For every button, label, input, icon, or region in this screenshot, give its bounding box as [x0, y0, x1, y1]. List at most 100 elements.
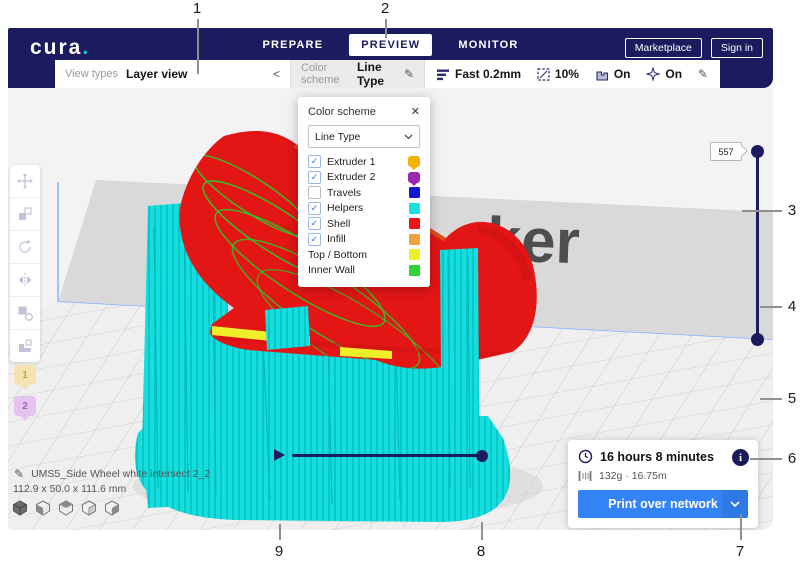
- extruder-2-badge[interactable]: 2: [14, 396, 36, 416]
- print-over-network-button[interactable]: Print over network: [578, 490, 748, 518]
- callout-5-line: [760, 398, 782, 400]
- color-scheme-value: Line Type: [357, 60, 396, 88]
- adhesion-icon: [646, 67, 660, 81]
- mirror-tool-button[interactable]: [10, 264, 40, 297]
- callout-3: 3: [784, 202, 800, 219]
- extruder1-swatch: [408, 156, 420, 167]
- color-scheme-label: Color scheme: [301, 62, 349, 86]
- view-3d-icon[interactable]: [12, 500, 28, 516]
- model-dimensions: 112.9 x 50.0 x 111.6 mm: [13, 483, 126, 495]
- infill-checkbox[interactable]: ✓: [308, 233, 321, 246]
- helpers-checkbox[interactable]: ✓: [308, 202, 321, 215]
- per-model-settings-tool-icon: [16, 304, 34, 322]
- view-types-selector[interactable]: View types Layer view <: [55, 60, 290, 88]
- legend-label: Extruder 2: [327, 171, 375, 183]
- scale-tool-icon: [16, 205, 34, 223]
- edit-print-settings-icon[interactable]: ✎: [698, 67, 708, 81]
- line-type-dropdown[interactable]: Line Type: [308, 125, 420, 148]
- info-icon[interactable]: i: [732, 449, 749, 466]
- camera-view-buttons: [12, 500, 120, 516]
- simulation-play-button[interactable]: [274, 449, 285, 461]
- sign-in-button[interactable]: Sign in: [711, 38, 763, 58]
- view-right-icon[interactable]: [104, 500, 120, 516]
- support-blocker-tool-button[interactable]: [10, 330, 40, 362]
- path-slider-handle[interactable]: [476, 450, 488, 462]
- legend-label: Travels: [327, 187, 361, 199]
- callout-1-line: [197, 19, 199, 74]
- legend-row-travels: Travels: [308, 185, 420, 201]
- tab-monitor[interactable]: MONITOR: [458, 39, 518, 51]
- legend-row-shell: ✓ Shell: [308, 216, 420, 232]
- callout-9: 9: [271, 543, 287, 560]
- model-support-right[interactable]: [440, 248, 480, 496]
- callout-4-line: [760, 306, 782, 308]
- extruder2-checkbox[interactable]: ✓: [308, 171, 321, 184]
- support-blocker-tool-icon: [16, 337, 34, 355]
- path-slider-track[interactable]: [292, 454, 482, 457]
- mirror-tool-icon: [16, 271, 34, 289]
- move-tool-button[interactable]: [10, 165, 40, 198]
- view-top-icon[interactable]: [58, 500, 74, 516]
- scale-tool-button[interactable]: [10, 198, 40, 231]
- shell-swatch: [409, 218, 420, 229]
- view-types-label: View types: [65, 68, 118, 80]
- support-setting[interactable]: On: [595, 67, 631, 81]
- legend-label: Shell: [327, 218, 350, 230]
- legend-row-helpers: ✓ Helpers: [308, 201, 420, 217]
- marketplace-button[interactable]: Marketplace: [625, 38, 702, 58]
- cura-logo-dot: .: [82, 36, 90, 59]
- stage-tabs: PREPARE PREVIEW MONITOR: [262, 33, 518, 57]
- shell-checkbox[interactable]: ✓: [308, 217, 321, 230]
- chevron-down-icon: [730, 501, 740, 508]
- collapse-chevron-icon[interactable]: <: [273, 67, 280, 81]
- adhesion-setting[interactable]: On: [646, 67, 682, 81]
- layer-height-icon: [437, 68, 450, 81]
- tab-preview[interactable]: PREVIEW: [349, 34, 432, 56]
- callout-8: 8: [473, 543, 489, 560]
- chevron-down-icon: [404, 134, 413, 140]
- callout-6: 6: [784, 450, 800, 467]
- callout-3-line: [742, 210, 782, 212]
- layer-slider-bottom-handle[interactable]: [751, 333, 764, 346]
- extruder1-checkbox[interactable]: ✓: [308, 155, 321, 168]
- edit-pencil-icon[interactable]: ✎: [404, 67, 414, 81]
- legend-label: Extruder 1: [327, 156, 375, 168]
- legend-label: Top / Bottom: [308, 249, 367, 261]
- view-left-icon[interactable]: [81, 500, 97, 516]
- legend-label: Helpers: [327, 202, 363, 214]
- rename-model-pencil-icon[interactable]: ✎: [14, 467, 24, 481]
- infill-setting[interactable]: 10%: [537, 67, 579, 81]
- travels-checkbox[interactable]: [308, 186, 321, 199]
- layer-slider-track[interactable]: [756, 151, 759, 339]
- view-types-value: Layer view: [126, 67, 187, 81]
- rotate-tool-button[interactable]: [10, 231, 40, 264]
- callout-1: 1: [189, 0, 205, 17]
- inner-wall-swatch: [409, 265, 420, 276]
- profile-value: Fast 0.2mm: [455, 67, 521, 81]
- model-name: UMS5_Side Wheel white intersect 2_2: [31, 468, 210, 480]
- per-model-settings-tool-button[interactable]: [10, 297, 40, 330]
- tab-prepare[interactable]: PREPARE: [262, 39, 323, 51]
- print-summary-panel: 16 hours 8 minutes i 132g · 16.75m Print…: [568, 440, 758, 528]
- callout-2-line: [385, 19, 387, 38]
- layer-number-tooltip: 557: [710, 142, 742, 161]
- print-options-chevron[interactable]: [722, 490, 748, 518]
- line-type-dropdown-value: Line Type: [315, 131, 360, 143]
- extruder-1-badge[interactable]: 1: [14, 365, 36, 385]
- close-icon[interactable]: ✕: [411, 105, 420, 118]
- legend-label: Infill: [327, 233, 346, 245]
- layer-slider-top-handle[interactable]: [751, 145, 764, 158]
- travels-swatch: [409, 187, 420, 198]
- print-settings-summary[interactable]: Fast 0.2mm 10% On On ✎: [425, 60, 720, 88]
- header-buttons: Marketplace Sign in: [625, 38, 763, 58]
- cura-logo-text: cura: [30, 36, 82, 59]
- legend-label: Inner Wall: [308, 264, 355, 276]
- support-value: On: [614, 67, 631, 81]
- model-support-block[interactable]: [265, 306, 310, 350]
- profile-setting[interactable]: Fast 0.2mm: [437, 67, 521, 81]
- color-scheme-selector[interactable]: Color scheme Line Type ✎: [290, 60, 425, 88]
- view-front-icon[interactable]: [35, 500, 51, 516]
- popup-title: Color scheme: [308, 106, 376, 118]
- cura-logo: cura.: [30, 36, 90, 60]
- callout-8-line: [481, 522, 483, 540]
